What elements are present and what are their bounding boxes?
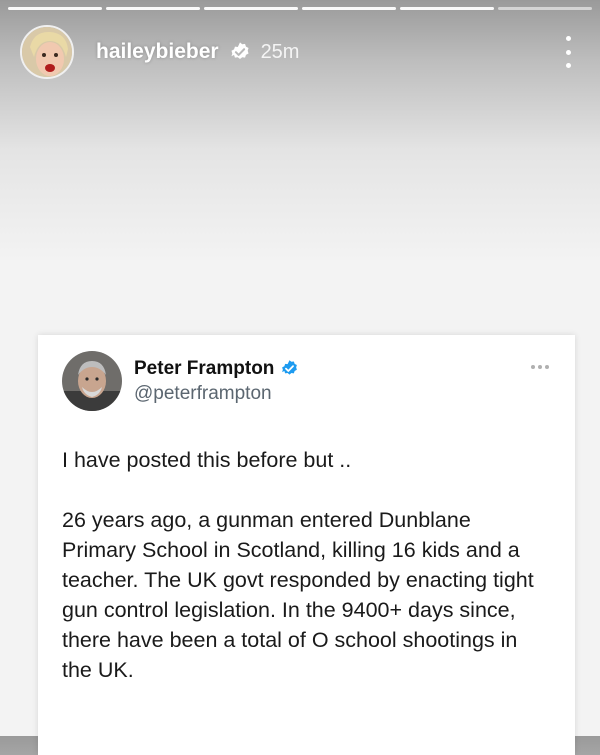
tweet-author: Peter Frampton @peterframpton bbox=[62, 351, 299, 411]
progress-segment bbox=[302, 7, 396, 10]
profile-avatar[interactable] bbox=[20, 25, 74, 79]
tweet-text: I have posted this before but .. 26 year… bbox=[62, 445, 542, 715]
story-username[interactable]: haileybieber bbox=[96, 40, 219, 64]
tweet-paragraph: I have posted this before but .. bbox=[62, 448, 352, 472]
tweet-display-name: Peter Frampton bbox=[134, 357, 275, 379]
story-progress-bar bbox=[8, 7, 592, 10]
story-timestamp: 25m bbox=[260, 40, 300, 63]
verified-badge-icon bbox=[282, 360, 298, 375]
tweet-card[interactable]: Peter Frampton @peterframpton I have pos… bbox=[38, 335, 575, 755]
progress-segment bbox=[204, 7, 298, 10]
progress-segment-current bbox=[498, 7, 592, 10]
more-vertical-icon[interactable] bbox=[560, 36, 576, 68]
story-header: haileybieber 25m bbox=[20, 24, 580, 80]
tweet-paragraph: 26 years ago, a gunman entered Dunblane … bbox=[62, 508, 534, 682]
more-horizontal-icon[interactable] bbox=[531, 365, 549, 369]
progress-segment bbox=[400, 7, 494, 10]
progress-segment bbox=[106, 7, 200, 10]
tweet-author-avatar[interactable] bbox=[62, 351, 122, 411]
tweet-display-name-row[interactable]: Peter Frampton bbox=[134, 358, 299, 380]
progress-segment bbox=[8, 7, 102, 10]
verified-badge-icon bbox=[231, 42, 249, 60]
tweet-handle[interactable]: @peterframpton bbox=[134, 383, 299, 405]
